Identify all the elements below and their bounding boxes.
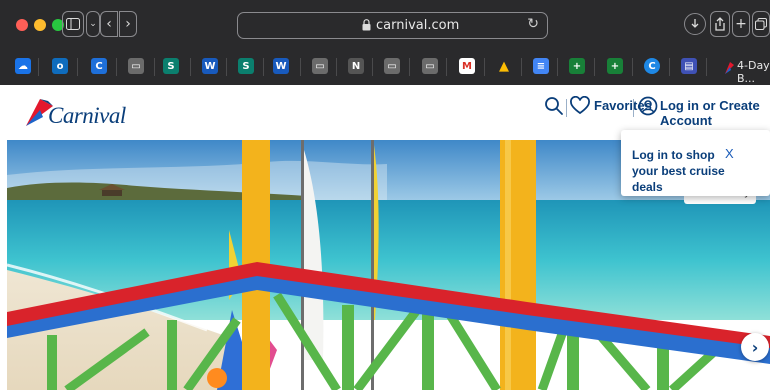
outlook-bookmark-icon[interactable]: o (52, 58, 68, 74)
chevron-left-icon: ‹ (106, 16, 112, 32)
tabs-icon (755, 18, 767, 30)
bookmarks-bar: ☁ o C ▭ S W S W ▭ N ▭ ▭ M ▲ ≡ + + C ▤ (0, 54, 770, 82)
nav-divider (566, 99, 567, 117)
carnival-logo[interactable]: Carnival (20, 93, 126, 133)
sharepoint-bookmark-icon-2[interactable]: S (238, 58, 254, 74)
browser-chrome: ⌄ ‹ › carnival.com ↻ + ☁ o C ▭ S W S W ▭… (0, 0, 770, 85)
tab-overview-button[interactable] (752, 11, 770, 37)
chevron-right-icon: › (751, 337, 759, 357)
sheets-bookmark-icon[interactable]: + (569, 58, 585, 74)
generic-bookmark-icon-3[interactable]: ▭ (384, 58, 400, 74)
carousel-next-button[interactable]: › (741, 333, 769, 361)
docs-bookmark-icon[interactable]: ≡ (533, 58, 549, 74)
generic-bookmark-icon[interactable]: ▭ (128, 58, 144, 74)
login-tooltip: Log in to shop your best cruise deals X (621, 123, 770, 196)
generic-bookmark-icon-4[interactable]: ▭ (422, 58, 438, 74)
drive-bookmark-icon[interactable]: ▲ (496, 58, 512, 74)
url-text: carnival.com (376, 18, 460, 33)
forward-button[interactable]: › (119, 11, 137, 37)
chevron-right-icon: › (125, 16, 131, 32)
share-icon (715, 17, 725, 31)
nav-divider-2 (633, 99, 634, 117)
close-window-button[interactable] (16, 19, 28, 31)
download-icon (691, 19, 699, 28)
lock-icon (362, 19, 371, 31)
gmail-bookmark-icon[interactable]: M (459, 58, 475, 74)
tooltip-message: Log in to shop your best cruise deals (632, 148, 725, 194)
heart-icon[interactable] (570, 96, 590, 116)
tooltip-arrow (668, 123, 684, 131)
search-icon[interactable] (544, 96, 564, 116)
sheets-bookmark-icon-2[interactable]: + (607, 58, 623, 74)
chevron-down-icon: ⌄ (89, 19, 97, 29)
address-bar[interactable]: carnival.com ↻ (237, 12, 548, 39)
word-bookmark-icon[interactable]: W (202, 58, 218, 74)
minimize-window-button[interactable] (34, 19, 46, 31)
plus-icon: + (735, 16, 747, 32)
sidebar-icon (66, 18, 80, 30)
user-icon[interactable] (638, 96, 658, 116)
sidebar-toggle-button[interactable] (62, 11, 84, 37)
new-tab-button[interactable]: + (732, 11, 750, 37)
reload-icon[interactable]: ↻ (527, 16, 539, 32)
sidebar-dropdown-button[interactable]: ⌄ (86, 11, 100, 37)
notion-bookmark-icon[interactable]: N (348, 58, 364, 74)
carnival-funnel-icon[interactable] (721, 61, 735, 75)
circle-c-bookmark-icon[interactable]: C (644, 58, 660, 74)
generic-bookmark-icon-2[interactable]: ▭ (312, 58, 328, 74)
sharepoint-bookmark-icon[interactable]: S (163, 58, 179, 74)
cloud-bookmark-icon[interactable]: ☁ (15, 58, 31, 74)
downloads-button[interactable] (684, 13, 706, 35)
back-button[interactable]: ‹ (100, 11, 118, 37)
word-bookmark-icon-2[interactable]: W (273, 58, 289, 74)
close-icon[interactable]: X (725, 146, 734, 161)
share-button[interactable] (710, 11, 730, 37)
browser-toolbar: ⌄ ‹ › carnival.com ↻ + (0, 0, 770, 50)
logo-text: Carnival (48, 103, 126, 128)
c-bookmark-icon[interactable]: C (91, 58, 107, 74)
bookmark-label[interactable]: 4-Day B... (737, 59, 770, 85)
calendar-bookmark-icon[interactable]: ▤ (681, 58, 697, 74)
